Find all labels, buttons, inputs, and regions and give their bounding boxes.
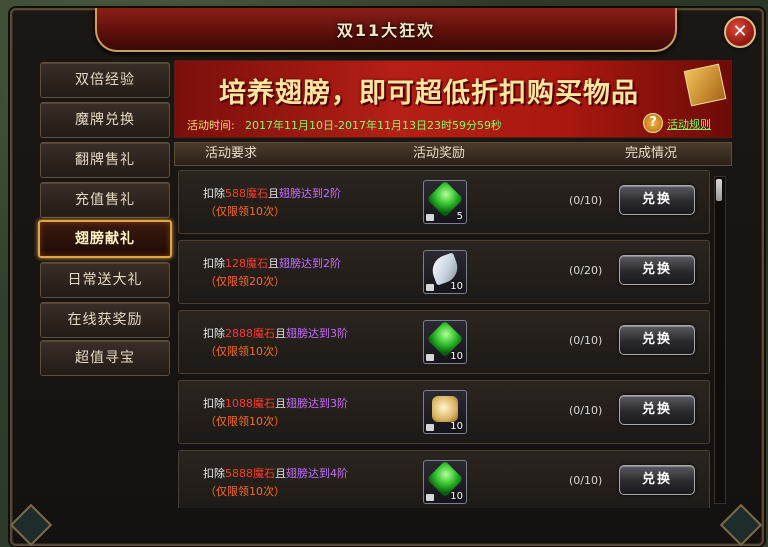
req-condition: 翅膀达到3阶 [286,327,348,340]
table-header: 活动要求 活动奖励 完成情况 [174,142,732,166]
req-condition: 翅膀达到2阶 [279,257,341,270]
redeem-button[interactable]: 兑换 [619,465,695,495]
req-cost: 128魔石 [225,257,268,270]
req-conjunction: 且 [275,327,286,340]
req-prefix: 扣除 [203,257,225,270]
table-row: 扣除2888魔石且翅膀达到3阶 （仅限领10次） 10 (0/10) 兑换 [178,310,710,374]
item-count: 10 [450,421,463,432]
sidebar-item-card-exchange[interactable]: 魔牌兑换 [40,102,170,138]
lock-icon [426,284,434,291]
requirement-text: 扣除5888魔石且翅膀达到4阶 [203,465,348,481]
sidebar-item-treasure[interactable]: 超值寻宝 [40,340,170,376]
rules-link[interactable]: 活动规则 [667,116,711,132]
lock-icon [426,214,434,221]
req-conjunction: 且 [275,467,286,480]
req-prefix: 扣除 [203,397,225,410]
sidebar-item-daily-gift[interactable]: 日常送大礼 [40,262,170,298]
list-scrollbar[interactable] [714,176,726,504]
sidebar-item-online-reward[interactable]: 在线获奖励 [40,302,170,338]
requirement-text: 扣除588魔石且翅膀达到2阶 [203,185,341,201]
gift-box-icon [683,63,727,107]
limit-text: （仅限领20次） [205,275,285,288]
req-condition: 翅膀达到4阶 [286,467,348,480]
reward-item-slot[interactable]: 10 [423,320,467,364]
limit-text: （仅限领10次） [205,415,285,428]
req-cost: 1088魔石 [225,397,275,410]
lock-icon [426,354,434,361]
close-button[interactable]: ✕ [724,16,756,48]
lock-icon [426,424,434,431]
header-status: 完成情况 [625,146,678,161]
reward-item-slot[interactable]: 10 [423,390,467,434]
item-count: 10 [450,491,463,502]
reward-item-slot[interactable]: 5 [423,180,467,224]
req-prefix: 扣除 [203,467,225,480]
req-cost: 2888魔石 [225,327,275,340]
scroll-icon [432,396,458,422]
requirement-text: 扣除128魔石且翅膀达到2阶 [203,255,341,271]
redeem-button[interactable]: 兑换 [619,185,695,215]
title-bar: 双11大狂欢 [95,8,677,52]
sidebar-item-double-exp[interactable]: 双倍经验 [40,62,170,98]
requirement-text: 扣除2888魔石且翅膀达到3阶 [203,325,348,341]
sidebar-item-recharge[interactable]: 充值售礼 [40,182,170,218]
header-reward: 活动奖励 [413,146,466,161]
redeem-button[interactable]: 兑换 [619,395,695,425]
item-count: 10 [450,351,463,362]
req-cost: 5888魔石 [225,467,275,480]
req-condition: 翅膀达到3阶 [286,397,348,410]
sidebar-item-wing-gift[interactable]: 翅膀献礼 [38,220,172,258]
redeem-button[interactable]: 兑换 [619,255,695,285]
progress-text: (0/10) [569,474,603,487]
event-time-label: 活动时间: [187,119,235,132]
reward-item-slot[interactable]: 10 [423,460,467,504]
req-conjunction: 且 [268,257,279,270]
help-icon[interactable]: ? [643,113,663,133]
req-prefix: 扣除 [203,327,225,340]
reward-list: 扣除588魔石且翅膀达到2阶 （仅限领10次） 5 (0/10) 兑换 扣除12… [174,170,730,508]
banner-title: 培养翅膀，即可超低折扣购买物品 [219,78,639,109]
progress-text: (0/10) [569,334,603,347]
reward-item-slot[interactable]: 10 [423,250,467,294]
table-row: 扣除5888魔石且翅膀达到4阶 （仅限领10次） 10 (0/10) 兑换 [178,450,710,508]
event-banner: 培养翅膀，即可超低折扣购买物品 活动时间: 2017年11月10日-2017年1… [174,60,732,138]
req-conjunction: 且 [275,397,286,410]
window-title: 双11大狂欢 [336,21,436,40]
header-requirement: 活动要求 [205,146,258,161]
requirement-text: 扣除1088魔石且翅膀达到3阶 [203,395,348,411]
scroll-thumb[interactable] [716,179,722,201]
sidebar-item-flip-card[interactable]: 翻牌售礼 [40,142,170,178]
item-count: 5 [456,211,463,222]
event-time-value: 2017年11月10日-2017年11月13日23时59分59秒 [245,119,502,132]
req-prefix: 扣除 [203,187,225,200]
item-count: 10 [450,281,463,292]
table-row: 扣除588魔石且翅膀达到2阶 （仅限领10次） 5 (0/10) 兑换 [178,170,710,234]
table-row: 扣除128魔石且翅膀达到2阶 （仅限领20次） 10 (0/20) 兑换 [178,240,710,304]
req-condition: 翅膀达到2阶 [279,187,341,200]
sidebar: 双倍经验 魔牌兑换 翻牌售礼 充值售礼 翅膀献礼 日常送大礼 在线获奖励 超值寻… [38,62,172,502]
req-conjunction: 且 [268,187,279,200]
progress-text: (0/20) [569,264,603,277]
progress-text: (0/10) [569,194,603,207]
limit-text: （仅限领10次） [205,485,285,498]
table-row: 扣除1088魔石且翅膀达到3阶 （仅限领10次） 10 (0/10) 兑换 [178,380,710,444]
content-panel: 培养翅膀，即可超低折扣购买物品 活动时间: 2017年11月10日-2017年1… [174,60,732,508]
req-cost: 588魔石 [225,187,268,200]
limit-text: （仅限领10次） [205,205,285,218]
limit-text: （仅限领10次） [205,345,285,358]
progress-text: (0/10) [569,404,603,417]
lock-icon [426,494,434,501]
redeem-button[interactable]: 兑换 [619,325,695,355]
